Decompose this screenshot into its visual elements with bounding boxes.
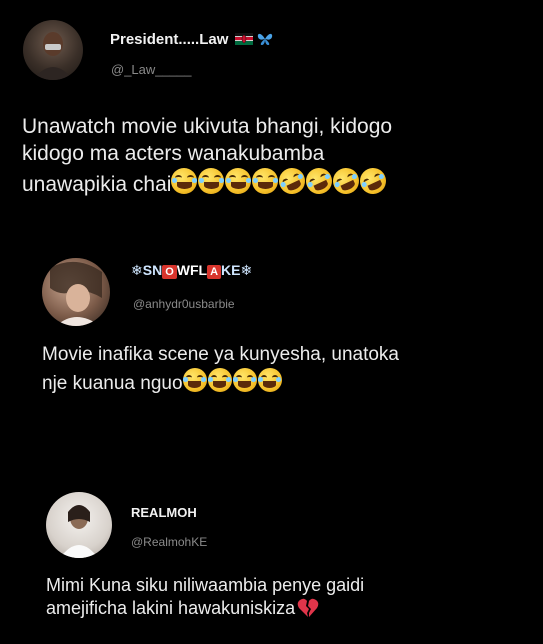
tweet-text-line-content: amejificha lakini hawakuniskiza <box>46 598 296 619</box>
rolling-laughing-emoji-icon <box>302 163 337 198</box>
name-badge: O <box>162 265 177 279</box>
avatar[interactable] <box>42 258 110 326</box>
handle[interactable]: @anhydr0usbarbie <box>133 297 235 311</box>
kenya-flag-icon <box>234 33 253 45</box>
tweet-text-line: unawapikia chai <box>22 163 532 201</box>
tweet-text-line: kidogo ma acters wanakubamba <box>22 142 325 166</box>
handle[interactable]: @RealmohKE <box>131 535 207 549</box>
snowflake-icon-right-name: KE❄ <box>221 262 253 278</box>
laughing-emoji-icon <box>252 167 279 194</box>
tweet-text: Unawatch movie ukivuta bhangi, kidogo ki… <box>22 113 532 201</box>
display-name-text: President.....Law <box>110 31 229 48</box>
snowflake-icon-left-name: ❄SN <box>131 262 163 278</box>
laughing-emoji-icon <box>232 367 257 392</box>
tweet-text-line-content: nje kuanua nguo <box>42 372 183 394</box>
butterfly-icon <box>257 33 272 45</box>
laughing-emoji-icon <box>182 367 207 392</box>
rolling-laughing-emoji-icon <box>275 163 310 198</box>
broken-heart-icon <box>297 599 319 618</box>
tweet-text: Mimi Kuna siku niliwaambia penye gaidi a… <box>46 574 536 621</box>
tweet-text-line: Mimi Kuna siku niliwaambia penye gaidi <box>46 575 365 595</box>
tweet-text: Movie inafika scene ya kunyesha, unatoka… <box>42 343 537 399</box>
display-name[interactable]: REALMOH <box>131 505 197 520</box>
tweet-text-line: Movie inafika scene ya kunyesha, unatoka <box>42 344 399 365</box>
tweet-text-line: nje kuanua nguo <box>42 367 537 400</box>
rolling-laughing-emoji-icon <box>356 163 391 198</box>
laughing-emoji-icon <box>171 167 198 194</box>
rolling-laughing-emoji-icon <box>329 163 364 198</box>
display-name[interactable]: President.....Law <box>110 31 273 48</box>
avatar[interactable] <box>46 492 112 558</box>
tweet-president-law: President.....Law @_Law_____ Unawatch mo… <box>0 0 543 220</box>
laughing-emoji-icon <box>198 167 225 194</box>
tweet-text-line-content: unawapikia chai <box>22 172 172 196</box>
emoji-row <box>182 367 283 400</box>
name-badge: A <box>207 265 222 279</box>
handle[interactable]: @_Law_____ <box>111 62 191 77</box>
display-name[interactable]: ❄SN O WFL A KE❄ <box>131 262 252 279</box>
tweet-text-line: Unawatch movie ukivuta bhangi, kidogo <box>22 115 393 138</box>
tweet-snowflake: ❄SN O WFL A KE❄ @anhydr0usbarbie Movie inafi… <box>0 240 543 430</box>
avatar[interactable] <box>23 20 83 80</box>
tweet-text-line: amejificha lakini hawakuniskiza <box>46 597 536 620</box>
tweet-realmoh: REALMOH @RealmohKE Mimi Kuna siku niliwa… <box>0 480 543 644</box>
laughing-emoji-icon <box>257 367 282 392</box>
laughing-emoji-icon <box>225 167 252 194</box>
emoji-row <box>171 163 391 201</box>
laughing-emoji-icon <box>207 367 232 392</box>
display-name-text: WFL <box>176 262 208 278</box>
